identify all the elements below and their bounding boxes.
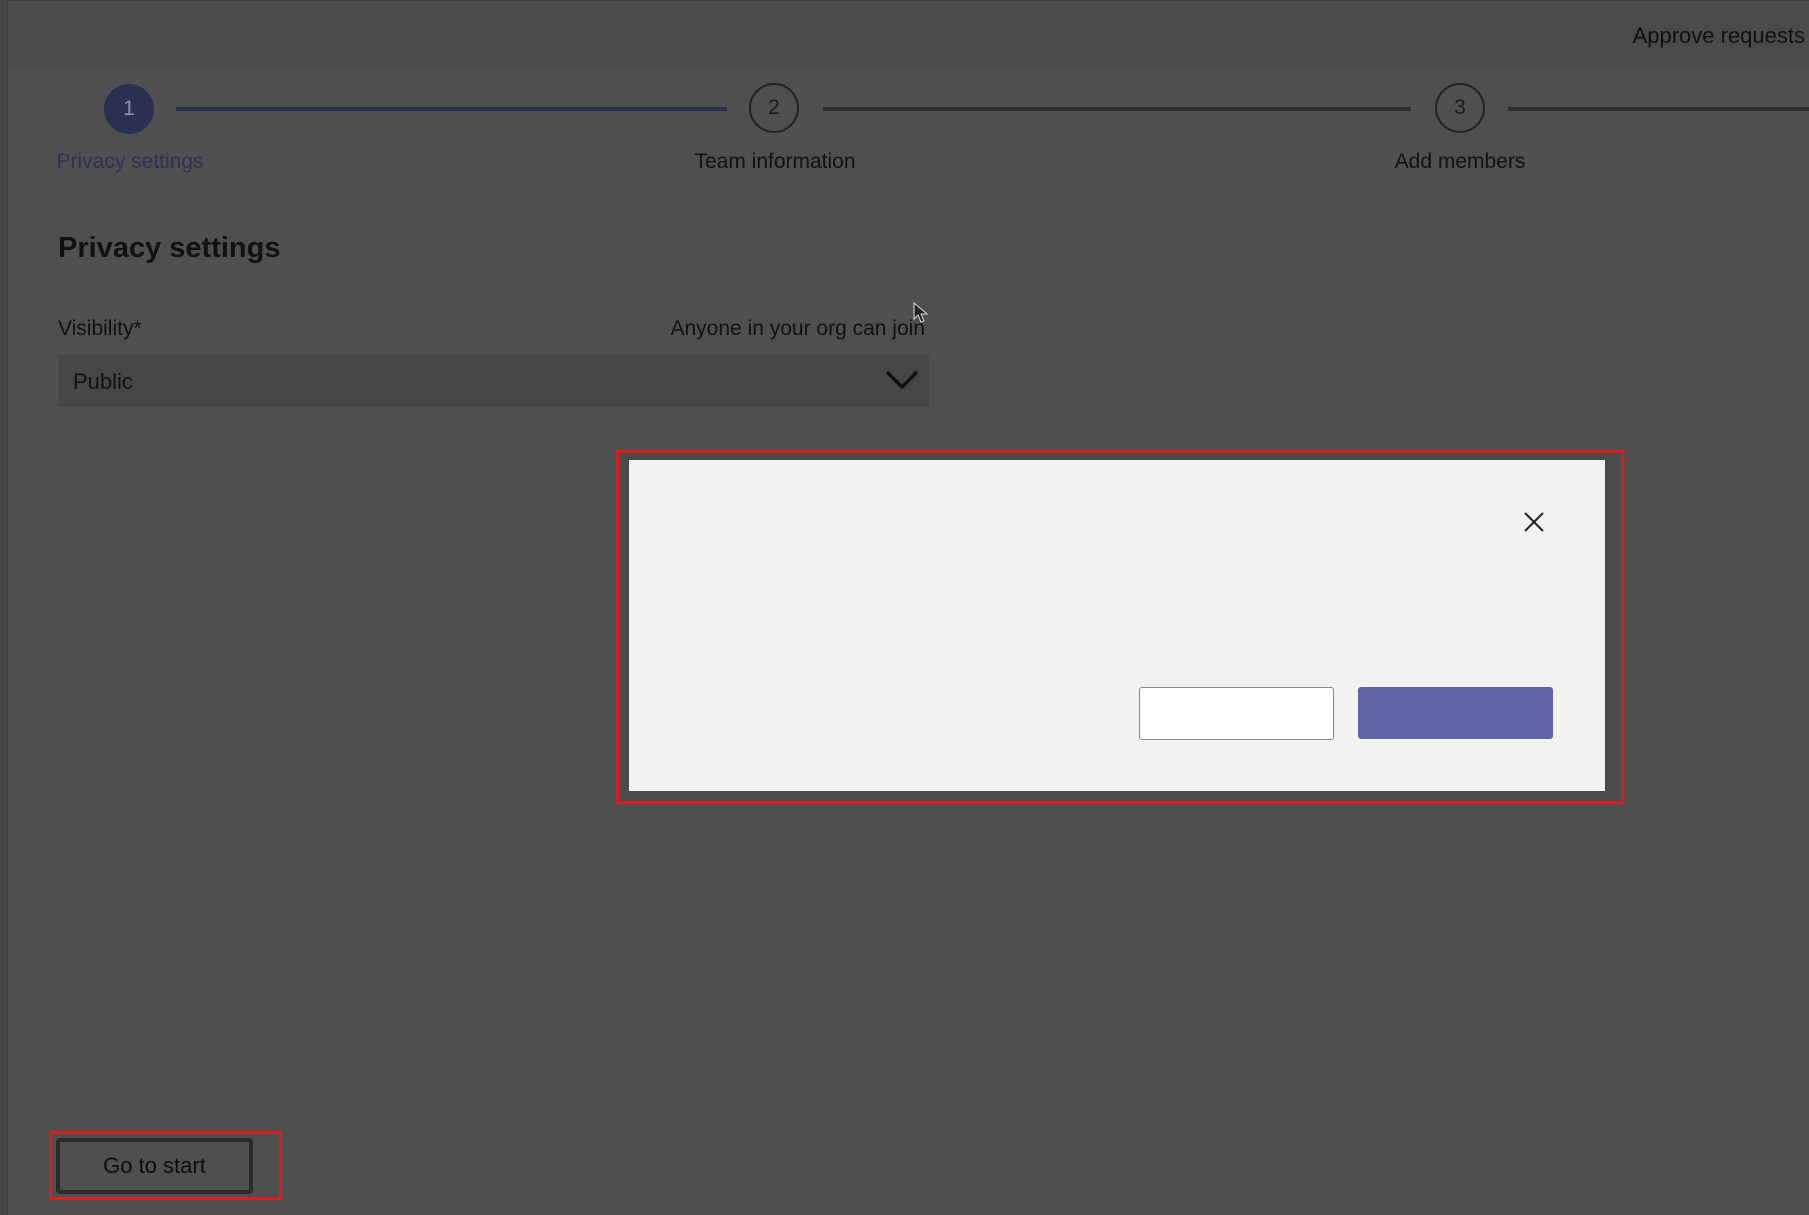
mouse-pointer-icon — [913, 302, 929, 323]
step-2-indicator: 2 — [749, 83, 799, 133]
step-2-label: Team information — [694, 150, 856, 173]
step-1-indicator: 1 — [104, 84, 154, 134]
step-3-indicator: 3 — [1435, 83, 1485, 133]
visibility-hint: Anyone in your org can join — [670, 317, 926, 340]
window-left-edge — [0, 0, 8, 1215]
page-title: Privacy settings — [58, 232, 281, 264]
step-2-number: 2 — [768, 96, 780, 119]
app-window: Approve requests 1 2 3 Privacy settings … — [0, 0, 1809, 1215]
step-1-label: Privacy settings — [56, 150, 204, 173]
chevron-down-icon — [886, 371, 918, 389]
close-icon[interactable] — [1516, 504, 1552, 540]
go-to-start-label: Go to start — [103, 1153, 206, 1178]
step-3-connector — [1508, 107, 1809, 111]
visibility-dropdown[interactable]: Public — [58, 355, 929, 407]
step-3-label: Add members — [1394, 150, 1526, 173]
dialog-confirm-button[interactable] — [1358, 687, 1553, 739]
step-2-connector — [823, 107, 1411, 111]
step-3-number: 3 — [1454, 96, 1466, 119]
dialog-cancel-button[interactable] — [1139, 687, 1334, 740]
confirmation-dialog — [629, 460, 1605, 791]
header-bar: Approve requests — [8, 0, 1809, 67]
visibility-selected-value: Public — [73, 369, 133, 394]
visibility-label: Visibility* — [58, 317, 142, 340]
step-1-connector — [176, 107, 727, 111]
go-to-start-button[interactable]: Go to start — [56, 1138, 253, 1194]
header-title: Approve requests — [1632, 23, 1805, 48]
step-1-number: 1 — [123, 97, 135, 120]
